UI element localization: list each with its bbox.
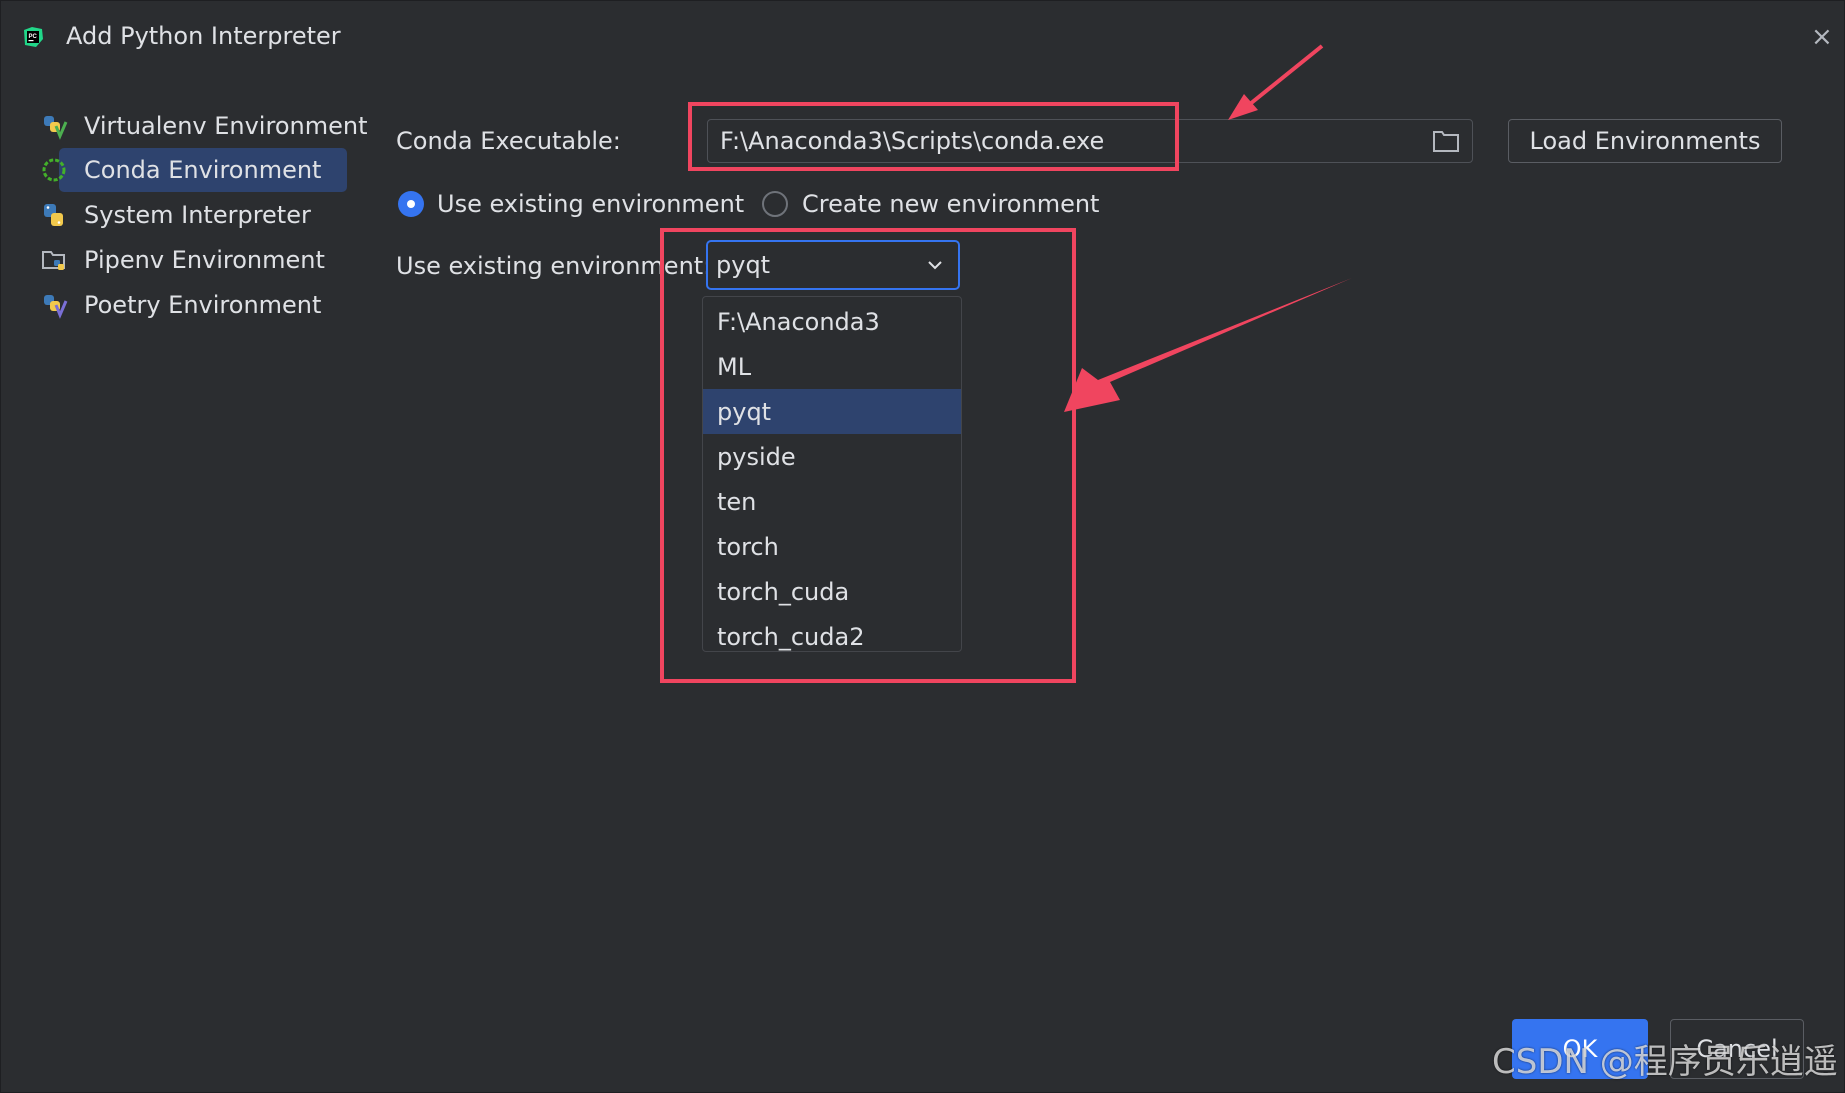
annotation-arrow-list [1064, 278, 1352, 412]
annotation-arrows [1064, 44, 1352, 412]
annotation-arrow-top [1228, 44, 1324, 120]
watermark: CSDN @程序员乐逍遥 [1492, 1042, 1838, 1082]
